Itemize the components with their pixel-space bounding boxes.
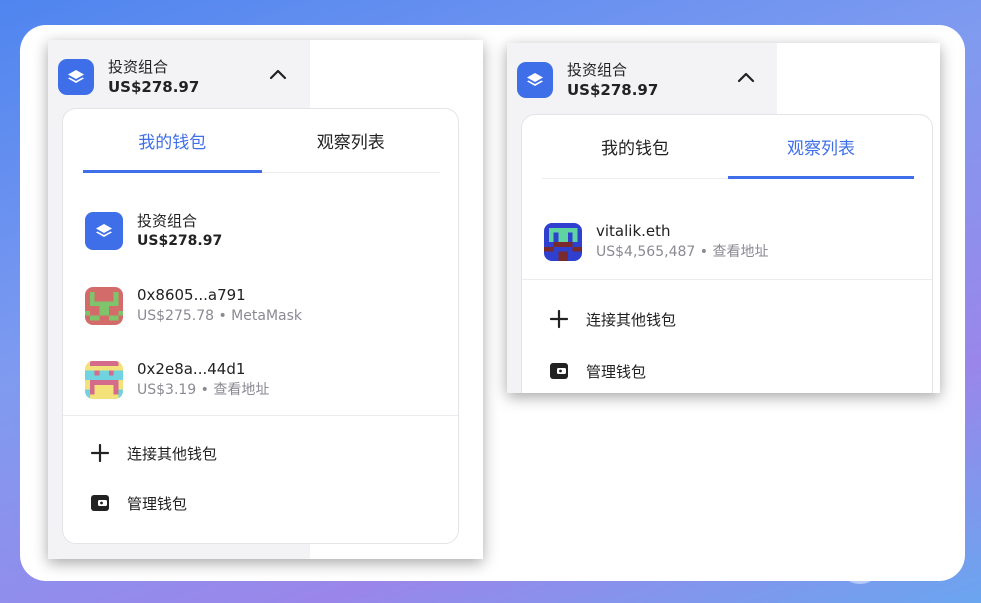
watermark-en: luyouqi.com: [888, 569, 950, 580]
layers-icon: [85, 212, 123, 250]
action-label: 连接其他钱包: [127, 444, 218, 463]
wallet-row-view-address[interactable]: 0x2e8a...44d1 US$3.19 • 查看地址: [85, 359, 269, 401]
tab-my-wallets[interactable]: 我的钱包: [83, 109, 262, 173]
header-title: 投资组合: [567, 61, 628, 79]
wallet-icon: [550, 363, 568, 379]
wallet-sub: US$4,565,487 • 查看地址: [596, 244, 769, 260]
wallet-row-portfolio[interactable]: 投资组合 US$278.97: [85, 211, 222, 251]
connect-wallet-button[interactable]: 连接其他钱包: [548, 308, 676, 330]
watermark-cn: 路由器: [888, 542, 960, 570]
plus-icon: [90, 443, 110, 463]
portfolio-header[interactable]: 投资组合 US$278.97: [58, 54, 199, 100]
divider: [522, 279, 932, 280]
tab-watchlist[interactable]: 观察列表: [728, 115, 914, 179]
pixel-avatar-icon: [544, 223, 582, 261]
wallet-name: 0x8605...a791: [137, 286, 246, 304]
header-amount: US$278.97: [108, 78, 200, 96]
background-frame: 投资组合 US$278.97 我的钱包 观察列表 投资组合 US$278.97: [0, 0, 981, 603]
wallet-icon: [91, 495, 109, 511]
wallet-dropdown: 我的钱包 观察列表 vitalik.eth US$4,565,487 • 查看地…: [521, 114, 933, 393]
watchlist-row-vitalik[interactable]: vitalik.eth US$4,565,487 • 查看地址: [544, 221, 768, 263]
wallet-name: vitalik.eth: [596, 222, 671, 240]
portfolio-header[interactable]: 投资组合 US$278.97: [517, 57, 658, 103]
layers-icon: [517, 62, 553, 98]
wallet-sub: US$275.78 • MetaMask: [137, 308, 303, 324]
wallet-dropdown: 我的钱包 观察列表 投资组合 US$278.97 0x8605...a791 U…: [62, 108, 459, 544]
pixel-avatar-icon: [85, 361, 123, 399]
chevron-up-icon[interactable]: [267, 64, 289, 86]
divider: [63, 415, 458, 416]
portfolio-panel-wallets: 投资组合 US$278.97 我的钱包 观察列表 投资组合 US$278.97: [48, 40, 483, 559]
header-title: 投资组合: [108, 58, 169, 76]
wallet-row-metamask[interactable]: 0x8605...a791 US$275.78 • MetaMask: [85, 285, 302, 327]
router-logo-icon: [838, 540, 882, 584]
header-amount: US$278.97: [567, 81, 659, 99]
tab-bar: 我的钱包 观察列表: [83, 109, 440, 173]
chevron-up-icon[interactable]: [735, 67, 757, 89]
pixel-avatar-icon: [85, 287, 123, 325]
wallet-sub: US$278.97: [137, 233, 223, 249]
wallet-sub: US$3.19 • 查看地址: [137, 382, 270, 398]
action-label: 连接其他钱包: [586, 310, 677, 329]
connect-wallet-button[interactable]: 连接其他钱包: [89, 442, 217, 464]
manage-wallets-button[interactable]: 管理钱包: [548, 360, 646, 382]
watermark: 路由器 luyouqi.com: [838, 540, 960, 584]
plus-icon: [549, 309, 569, 329]
tab-watchlist[interactable]: 观察列表: [262, 109, 441, 172]
layers-icon: [58, 59, 94, 95]
manage-wallets-button[interactable]: 管理钱包: [89, 492, 187, 514]
tab-bar: 我的钱包 观察列表: [542, 115, 914, 179]
tab-my-wallets[interactable]: 我的钱包: [542, 115, 728, 178]
action-label: 管理钱包: [586, 362, 647, 381]
action-label: 管理钱包: [127, 494, 188, 513]
wallet-name: 0x2e8a...44d1: [137, 360, 246, 378]
portfolio-panel-watchlist: 投资组合 US$278.97 我的钱包 观察列表 vitalik.eth US$…: [507, 43, 940, 393]
wallet-name: 投资组合: [137, 212, 198, 230]
